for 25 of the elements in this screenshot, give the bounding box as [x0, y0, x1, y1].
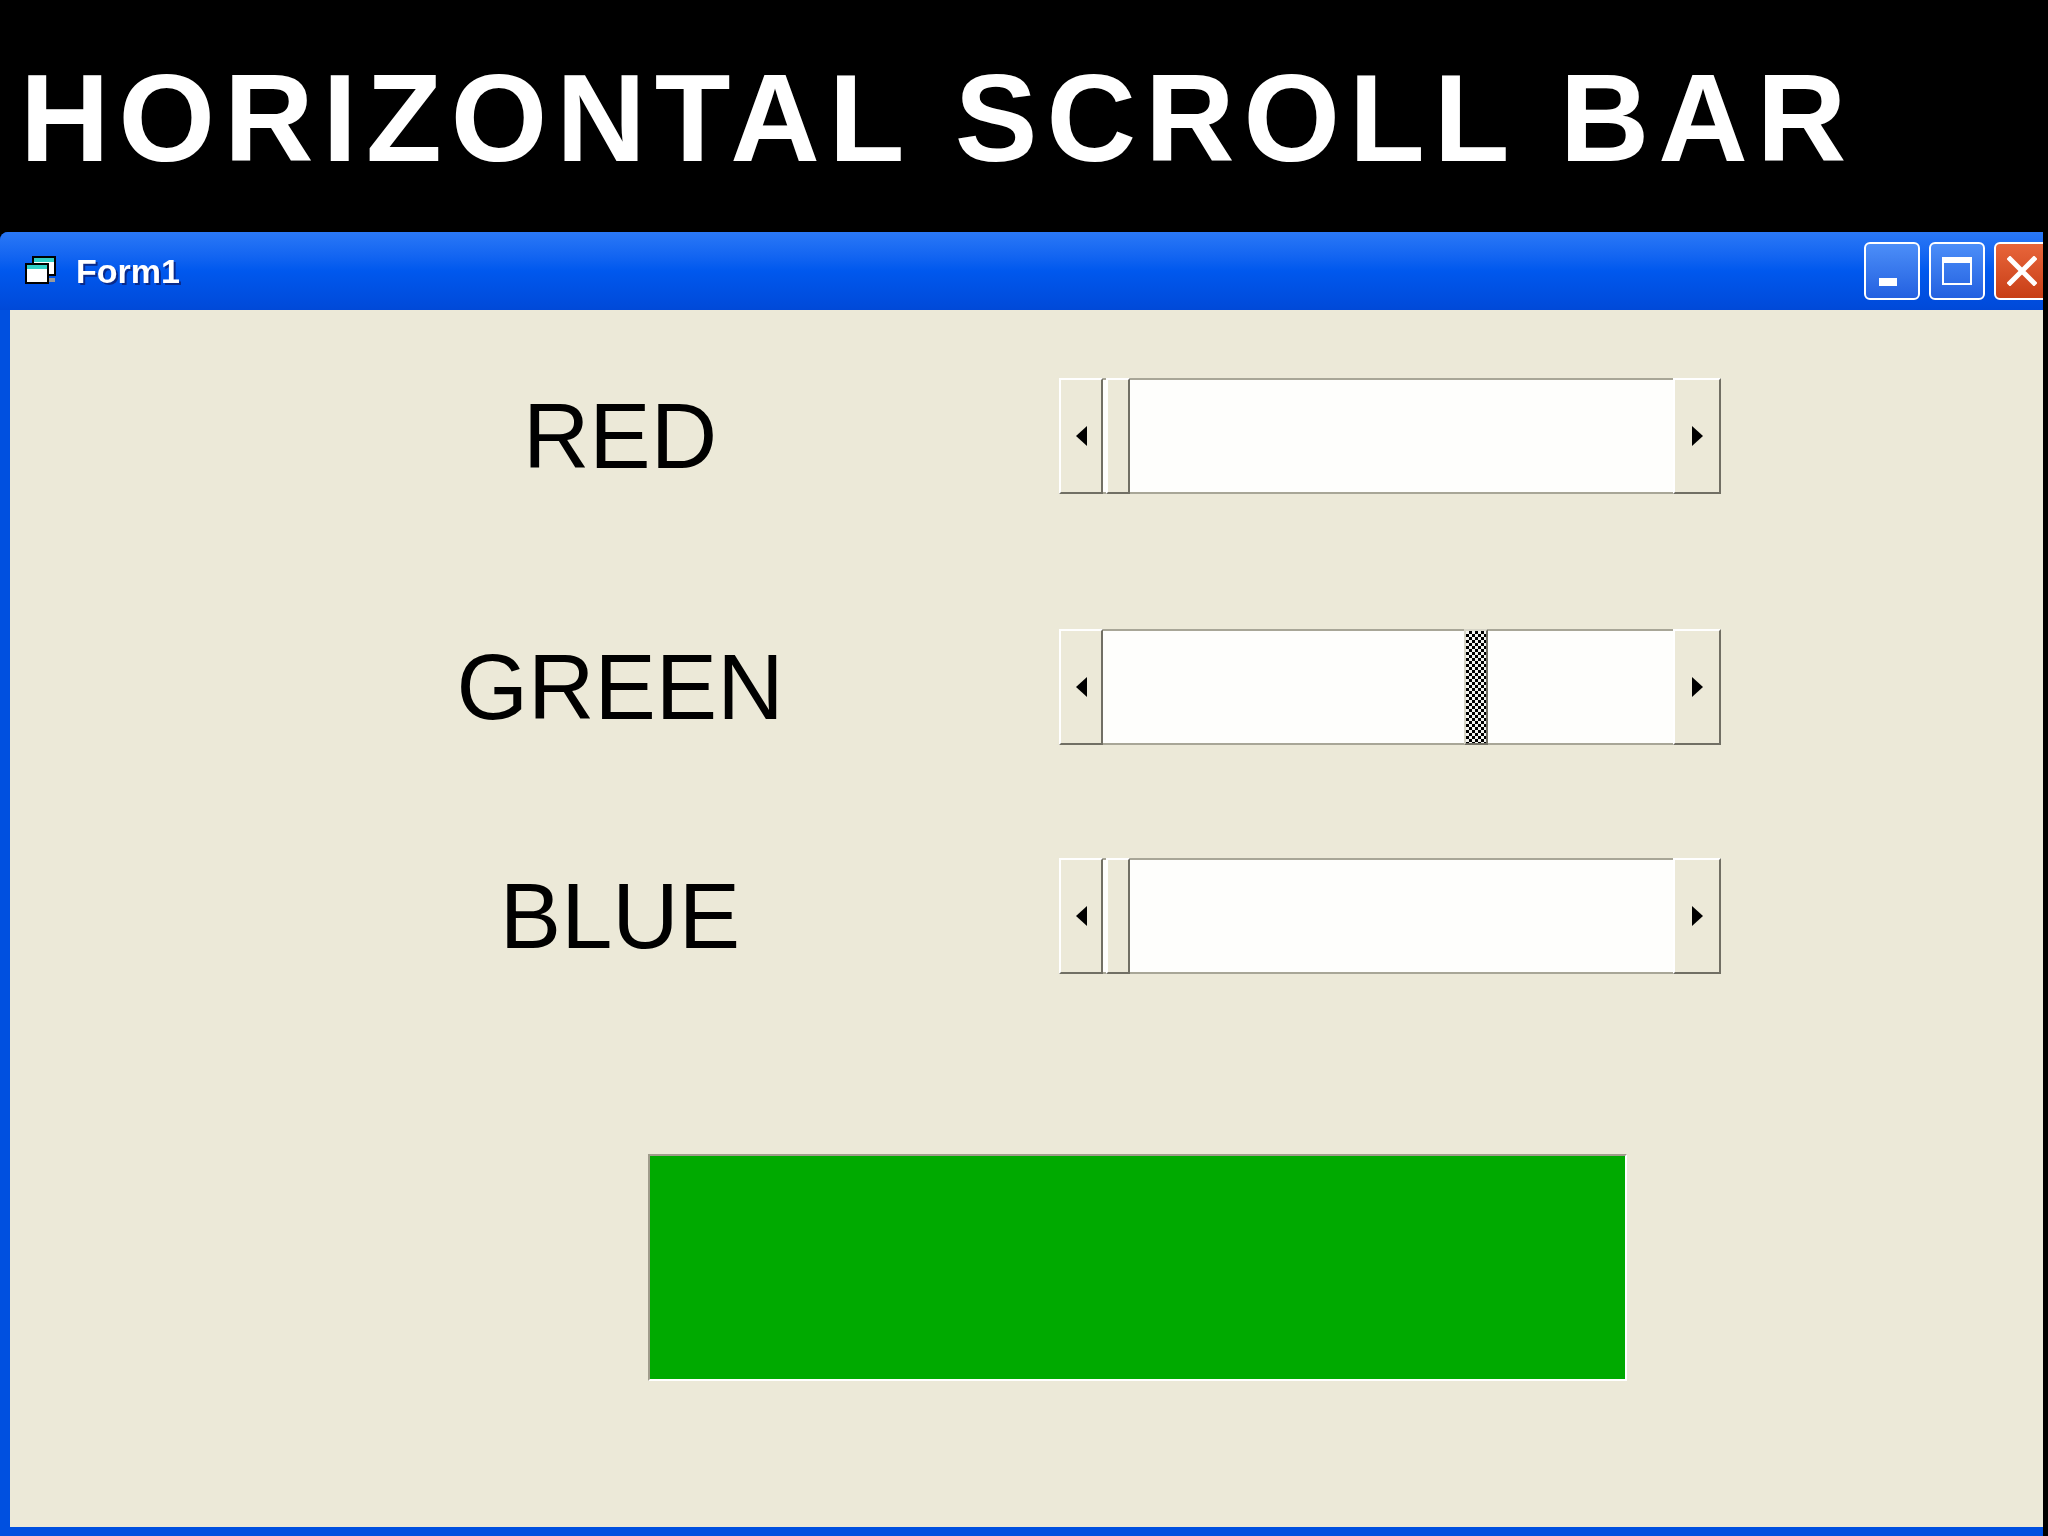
scroll-left-button[interactable] [1059, 858, 1103, 974]
color-label: RED [521, 390, 719, 482]
caret-left-icon [1075, 426, 1087, 446]
close-button[interactable] [1994, 242, 2043, 300]
minimize-icon [1879, 278, 1897, 286]
close-icon [2007, 256, 2037, 286]
caret-right-icon [1691, 906, 1703, 926]
color-label: BLUE [498, 870, 742, 962]
caret-right-icon [1691, 677, 1703, 697]
scroll-right-button[interactable] [1673, 378, 1721, 494]
caret-left-icon [1075, 677, 1087, 697]
scrollbar-thumb[interactable] [1463, 629, 1488, 745]
page-heading: HORIZONTAL SCROLL BAR [20, 56, 1856, 180]
caret-left-icon [1075, 906, 1087, 926]
window-title: Form1 [76, 254, 180, 288]
app-windows-icon [24, 256, 58, 286]
scroll-right-button[interactable] [1673, 629, 1721, 745]
minimize-button[interactable] [1864, 242, 1920, 300]
scroll-left-button[interactable] [1059, 629, 1103, 745]
caret-right-icon [1691, 426, 1703, 446]
scroll-right-button[interactable] [1673, 858, 1721, 974]
maximize-button[interactable] [1929, 242, 1985, 300]
maximize-icon [1942, 257, 1972, 285]
scroll-left-button[interactable] [1059, 378, 1103, 494]
color-label: GREEN [455, 641, 785, 733]
